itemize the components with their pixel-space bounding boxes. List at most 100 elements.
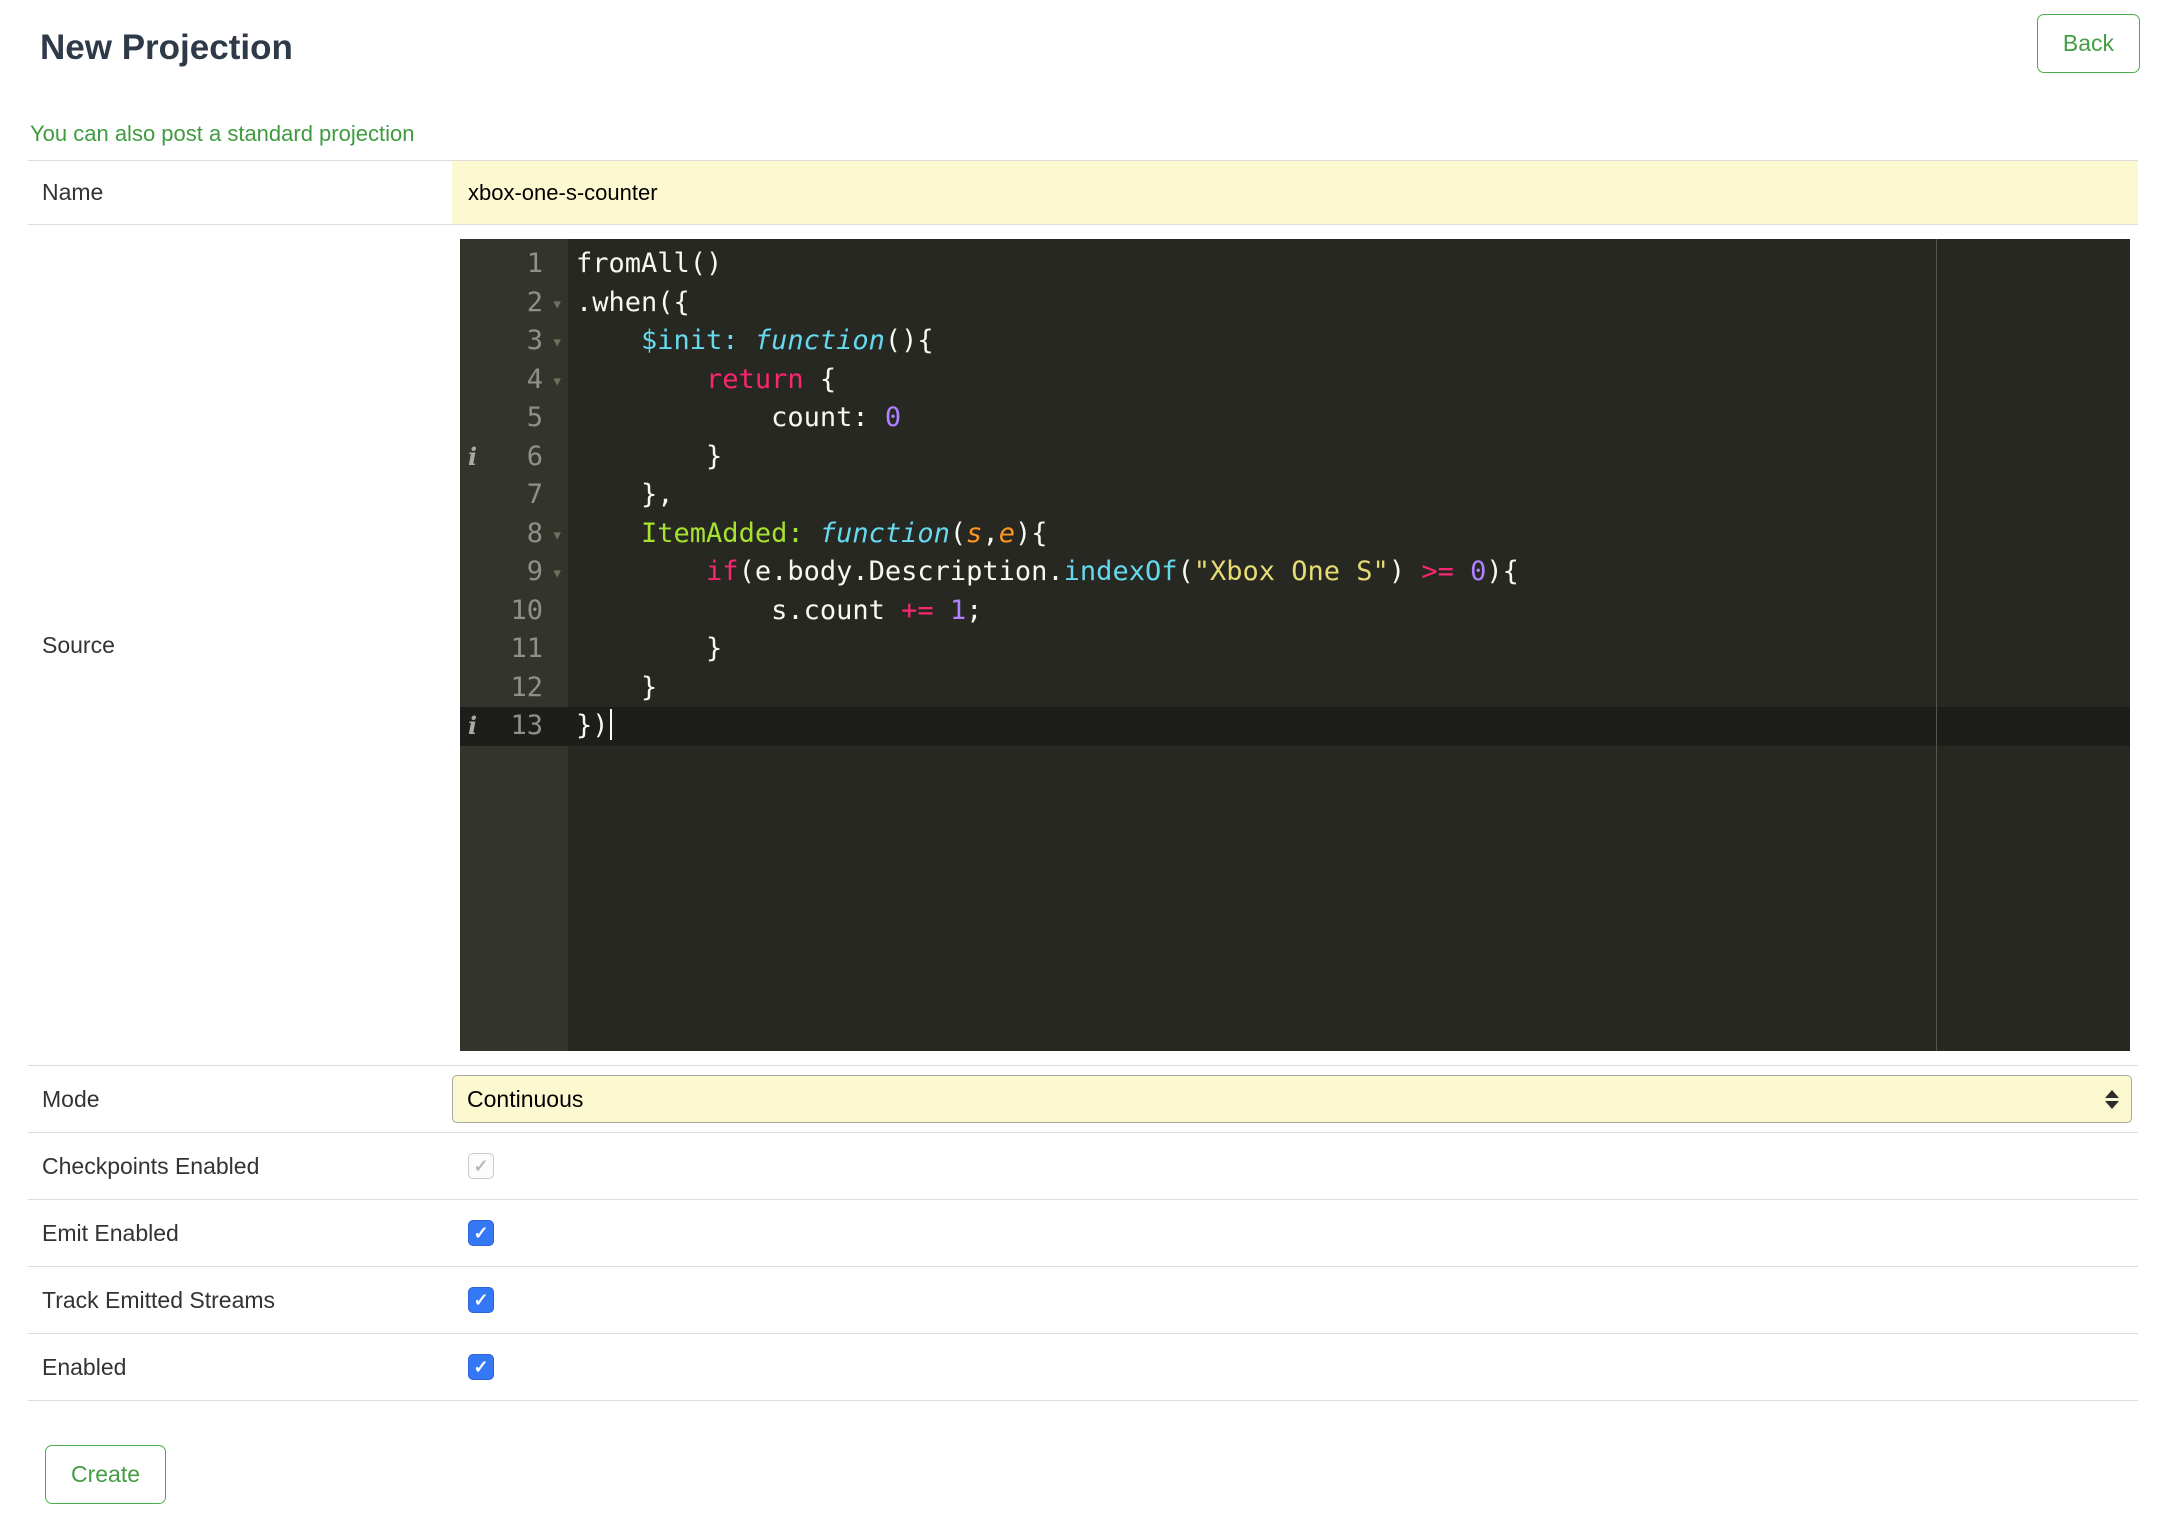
print-margin-ruler	[1936, 239, 1937, 1051]
gutter-cell: 8 ▾	[460, 515, 568, 554]
code-line: 2 ▾ .when({	[460, 284, 2130, 323]
enabled-checkbox[interactable]: ✓	[468, 1354, 494, 1380]
code-line: 8 ▾ ItemAdded: function(s,e){	[460, 515, 2130, 554]
line-number: 3	[526, 325, 543, 356]
fold-arrow-icon[interactable]: ▾	[552, 362, 563, 401]
mode-select[interactable]: Continuous	[452, 1075, 2132, 1123]
check-icon: ✓	[473, 1290, 489, 1310]
gutter-cell: 11	[460, 630, 568, 669]
mode-cell: Continuous	[452, 1065, 2138, 1133]
code-text: }	[576, 440, 723, 472]
create-button[interactable]: Create	[45, 1445, 167, 1504]
code-text: $init: function(){	[641, 325, 934, 356]
standard-projection-link[interactable]: You can also post a standard projection	[30, 121, 414, 147]
mode-row: Mode Continuous	[28, 1065, 2138, 1133]
enabled-label: Enabled	[28, 1333, 452, 1401]
code-text: }	[576, 633, 723, 664]
gutter-cell: 2 ▾	[460, 284, 568, 323]
emit-enabled-checkbox[interactable]: ✓	[468, 1220, 494, 1246]
track-emitted-streams-checkbox[interactable]: ✓	[468, 1287, 494, 1313]
check-icon: ✓	[473, 1223, 489, 1243]
code-lines: 1 fromAll() 2 ▾ .when({3 ▾ $init: function(){…	[460, 245, 2130, 746]
code-line: 1 fromAll()	[460, 245, 2130, 284]
emit-enabled-cell: ✓	[452, 1199, 2138, 1267]
mode-label: Mode	[28, 1065, 452, 1133]
line-number: 9	[526, 556, 543, 587]
code-line: 10 s.count += 1;	[460, 592, 2130, 631]
code-line: 3 ▾ $init: function(){	[460, 322, 2130, 361]
gutter-cell: 4 ▾	[460, 361, 568, 400]
track-emitted-streams-row: Track Emitted Streams ✓	[28, 1266, 2138, 1334]
line-number: 8	[526, 517, 543, 549]
fold-arrow-icon[interactable]: ▾	[552, 285, 563, 324]
checkpoints-enabled-cell: ✓	[452, 1132, 2138, 1200]
gutter-cell: 10	[460, 592, 568, 631]
gutter-cell: i 13	[460, 707, 568, 746]
line-number: 4	[526, 363, 543, 395]
annotation-info-icon: i	[468, 711, 478, 740]
name-row: Name	[28, 160, 2138, 225]
line-number: 10	[510, 594, 543, 626]
code-line: 7 },	[460, 476, 2130, 515]
name-input[interactable]	[452, 161, 2138, 224]
code-text: ItemAdded: function(s,e){	[641, 517, 1048, 549]
text-cursor	[609, 709, 612, 740]
code-text: count: 0	[576, 402, 902, 433]
gutter-cell: i6	[460, 438, 568, 477]
line-number: 13	[510, 710, 543, 741]
code-text: }	[576, 671, 658, 703]
line-number: 5	[526, 402, 543, 433]
check-icon: ✓	[473, 1156, 489, 1176]
page-header: New Projection Back	[0, 0, 2166, 73]
gutter-cell: 7	[460, 476, 568, 515]
line-number: 12	[510, 671, 543, 703]
fold-arrow-icon[interactable]: ▾	[552, 554, 563, 593]
gutter-cell: 3 ▾	[460, 322, 568, 361]
source-cell: 1 fromAll() 2 ▾ .when({3 ▾ $init: function(){…	[452, 224, 2138, 1066]
source-label: Source	[28, 224, 452, 1066]
code-text: })	[568, 707, 612, 746]
gutter-cell: 12	[460, 669, 568, 708]
track-emitted-streams-label: Track Emitted Streams	[28, 1266, 452, 1334]
page-title: New Projection	[40, 28, 293, 67]
enabled-cell: ✓	[452, 1333, 2138, 1401]
enabled-row: Enabled ✓	[28, 1333, 2138, 1401]
gutter-cell: 5	[460, 399, 568, 438]
line-number: 2	[526, 286, 543, 318]
new-projection-page: New Projection Back You can also post a …	[0, 0, 2166, 1504]
emit-enabled-row: Emit Enabled ✓	[28, 1199, 2138, 1267]
code-line: i6 }	[460, 438, 2130, 477]
fold-arrow-icon[interactable]: ▾	[552, 323, 563, 362]
check-icon: ✓	[473, 1357, 489, 1377]
code-line: i 13})	[460, 707, 2130, 746]
line-number: 6	[526, 440, 543, 472]
fold-arrow-icon[interactable]: ▾	[552, 516, 563, 555]
code-text: },	[576, 479, 674, 510]
track-emitted-streams-cell: ✓	[452, 1266, 2138, 1334]
code-text: .when({	[576, 286, 690, 318]
line-number: 11	[510, 633, 543, 664]
code-line: 9 ▾ if(e.body.Description.indexOf("Xbox O…	[460, 553, 2130, 592]
source-row: Source 1 fromAll() 2 ▾ .when({3 ▾ $init: func…	[28, 224, 2138, 1066]
gutter-cell: 1	[460, 245, 568, 284]
emit-enabled-label: Emit Enabled	[28, 1199, 452, 1267]
back-button[interactable]: Back	[2036, 14, 2140, 73]
projection-form: Name Source 1fromAll()2▾.when({3▾ $init:…	[28, 160, 2138, 1401]
checkpoints-enabled-label: Checkpoints Enabled	[28, 1132, 452, 1200]
code-line: 11 }	[460, 630, 2130, 669]
name-cell	[452, 160, 2138, 225]
code-text: s.count += 1;	[576, 594, 983, 626]
checkpoints-enabled-checkbox: ✓	[468, 1153, 494, 1179]
line-number: 7	[526, 479, 543, 510]
mode-selected-value: Continuous	[467, 1085, 584, 1112]
code-text: fromAll()	[576, 248, 723, 279]
source-code-editor[interactable]: 1 fromAll() 2 ▾ .when({3 ▾ $init: function(){…	[460, 239, 2130, 1051]
line-number: 1	[526, 248, 543, 279]
gutter-cell: 9 ▾	[460, 553, 568, 592]
code-text: return {	[706, 363, 837, 395]
code-line: 4 ▾ return {	[460, 361, 2130, 400]
checkpoints-enabled-row: Checkpoints Enabled ✓	[28, 1132, 2138, 1200]
code-line: 12 }	[460, 669, 2130, 708]
name-label: Name	[28, 160, 452, 225]
code-text: if(e.body.Description.indexOf("Xbox One …	[706, 556, 1519, 587]
